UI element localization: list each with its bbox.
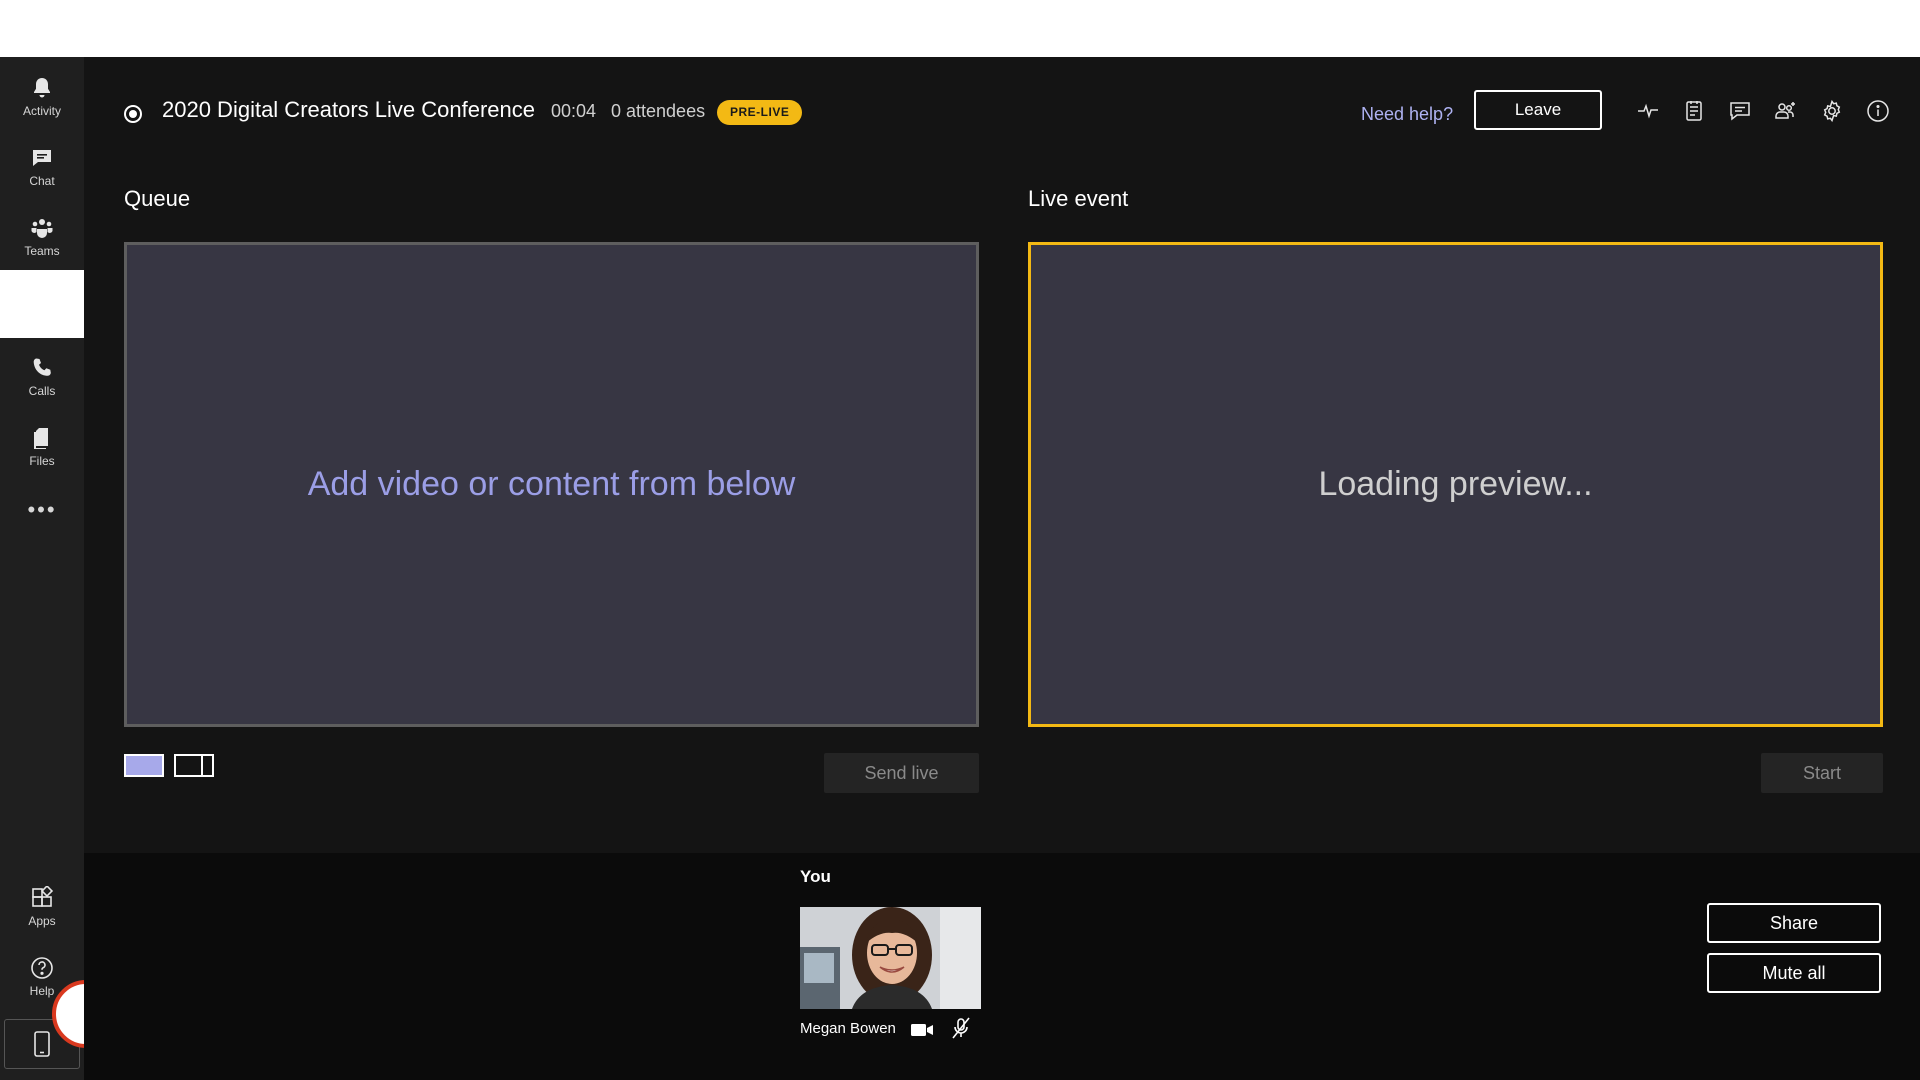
- files-icon: [34, 428, 48, 449]
- leave-button[interactable]: Leave: [1474, 90, 1602, 130]
- rail-item-chat[interactable]: Chat: [0, 135, 84, 199]
- rail-item-active[interactable]: [0, 270, 84, 338]
- attendee-count: 0 attendees: [611, 101, 706, 121]
- meeting-notes-icon[interactable]: [1682, 99, 1706, 123]
- apps-icon: [32, 886, 54, 907]
- start-button[interactable]: Start: [1761, 753, 1883, 793]
- you-label: You: [800, 867, 831, 886]
- rail-label-teams: Teams: [24, 244, 60, 258]
- send-live-button[interactable]: Send live: [824, 753, 979, 793]
- side-by-side-layout-icon[interactable]: [174, 754, 214, 777]
- rail-item-apps[interactable]: Apps: [0, 875, 84, 939]
- single-layout-icon[interactable]: [124, 754, 164, 777]
- queue-panel[interactable]: Add video or content from below: [124, 242, 979, 727]
- info-icon[interactable]: [1866, 99, 1890, 123]
- health-performance-icon[interactable]: [1636, 99, 1660, 123]
- rail-item-calls[interactable]: Calls: [0, 345, 84, 409]
- participant-avatar: [800, 907, 981, 1009]
- rail-item-files[interactable]: Files: [0, 415, 84, 479]
- participants-icon[interactable]: [1774, 99, 1798, 123]
- teams-icon: [31, 219, 53, 238]
- live-event-label: Live event: [1028, 186, 1129, 211]
- mute-all-button[interactable]: Mute all: [1707, 953, 1881, 993]
- bell-icon: [34, 78, 50, 98]
- queue-placeholder: Add video or content from below: [307, 465, 796, 503]
- participant-video-tile[interactable]: [800, 907, 981, 1009]
- rail-item-activity[interactable]: Activity: [0, 65, 84, 129]
- producer-view: 2020 Digital Creators Live Conference 00…: [84, 57, 1920, 853]
- event-title: 2020 Digital Creators Live Conference: [162, 97, 535, 122]
- chat-toggle-icon[interactable]: [1728, 99, 1752, 123]
- more-apps-icon[interactable]: •••: [0, 497, 84, 523]
- mic-muted-icon[interactable]: [950, 1016, 972, 1040]
- sources-bar: You Megan Bowen Share Mute all: [84, 853, 1920, 1080]
- mobile-phone-icon: [34, 1031, 50, 1057]
- top-white-bar: [0, 0, 1920, 57]
- rail-label-files: Files: [29, 454, 55, 468]
- live-preview-status: Loading preview...: [1318, 465, 1593, 503]
- live-event-panel: Loading preview...: [1028, 242, 1883, 727]
- rail-label-chat: Chat: [29, 174, 55, 188]
- share-button[interactable]: Share: [1707, 903, 1881, 943]
- settings-gear-icon[interactable]: [1820, 99, 1844, 123]
- status-badge: PRE-LIVE: [717, 100, 803, 125]
- event-timer: 00:04: [551, 101, 597, 121]
- rail-item-teams[interactable]: Teams: [0, 205, 84, 269]
- chat-icon: [33, 150, 51, 166]
- recording-status-icon: [124, 105, 142, 123]
- camera-on-icon[interactable]: [910, 1021, 934, 1039]
- phone-icon: [33, 358, 51, 376]
- participant-name: Megan Bowen: [800, 1020, 896, 1037]
- queue-label: Queue: [124, 186, 191, 211]
- rail-label-activity: Activity: [22, 104, 61, 118]
- app-rail: Activity Chat Teams Calls Files ••• Apps…: [0, 57, 84, 1080]
- rail-label-apps: Apps: [28, 914, 56, 928]
- rail-label-help: Help: [29, 984, 55, 998]
- need-help-link[interactable]: Need help?: [1361, 104, 1453, 125]
- help-icon: [31, 957, 53, 979]
- rail-label-calls: Calls: [28, 384, 56, 398]
